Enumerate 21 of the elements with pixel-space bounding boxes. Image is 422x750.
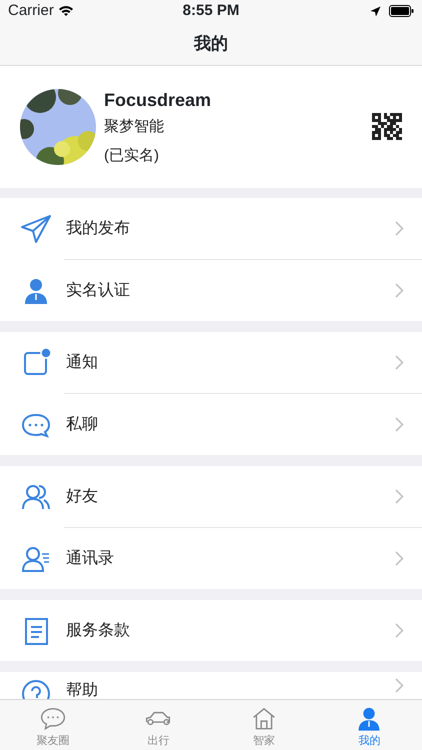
- verification-status: (已实名): [104, 146, 160, 166]
- chevron-right-icon: [395, 283, 404, 298]
- chevron-right-icon: [395, 221, 404, 236]
- chevron-right-icon: [395, 551, 404, 566]
- paper-plane-icon: [20, 212, 52, 244]
- page-title: 我的: [194, 32, 228, 55]
- carrier-text: Carrier: [8, 0, 54, 21]
- chevron-right-icon: [395, 489, 404, 504]
- wifi-icon: [58, 5, 74, 17]
- chevron-right-icon: [395, 355, 404, 370]
- qr-code-icon[interactable]: [372, 112, 402, 142]
- chevron-right-icon: [395, 623, 404, 638]
- company-name: 聚梦智能: [104, 117, 165, 137]
- status-time: 8:55 PM: [182, 0, 240, 21]
- tab[interactable]: 我的: [316, 700, 422, 750]
- chat-bubble-icon: [38, 706, 67, 732]
- location-arrow-icon: [370, 6, 382, 16]
- chevron-right-icon: [395, 417, 404, 432]
- profile-name: Focusdream: [104, 89, 212, 112]
- battery-icon: [389, 5, 414, 17]
- chevron-right-icon: [395, 678, 404, 693]
